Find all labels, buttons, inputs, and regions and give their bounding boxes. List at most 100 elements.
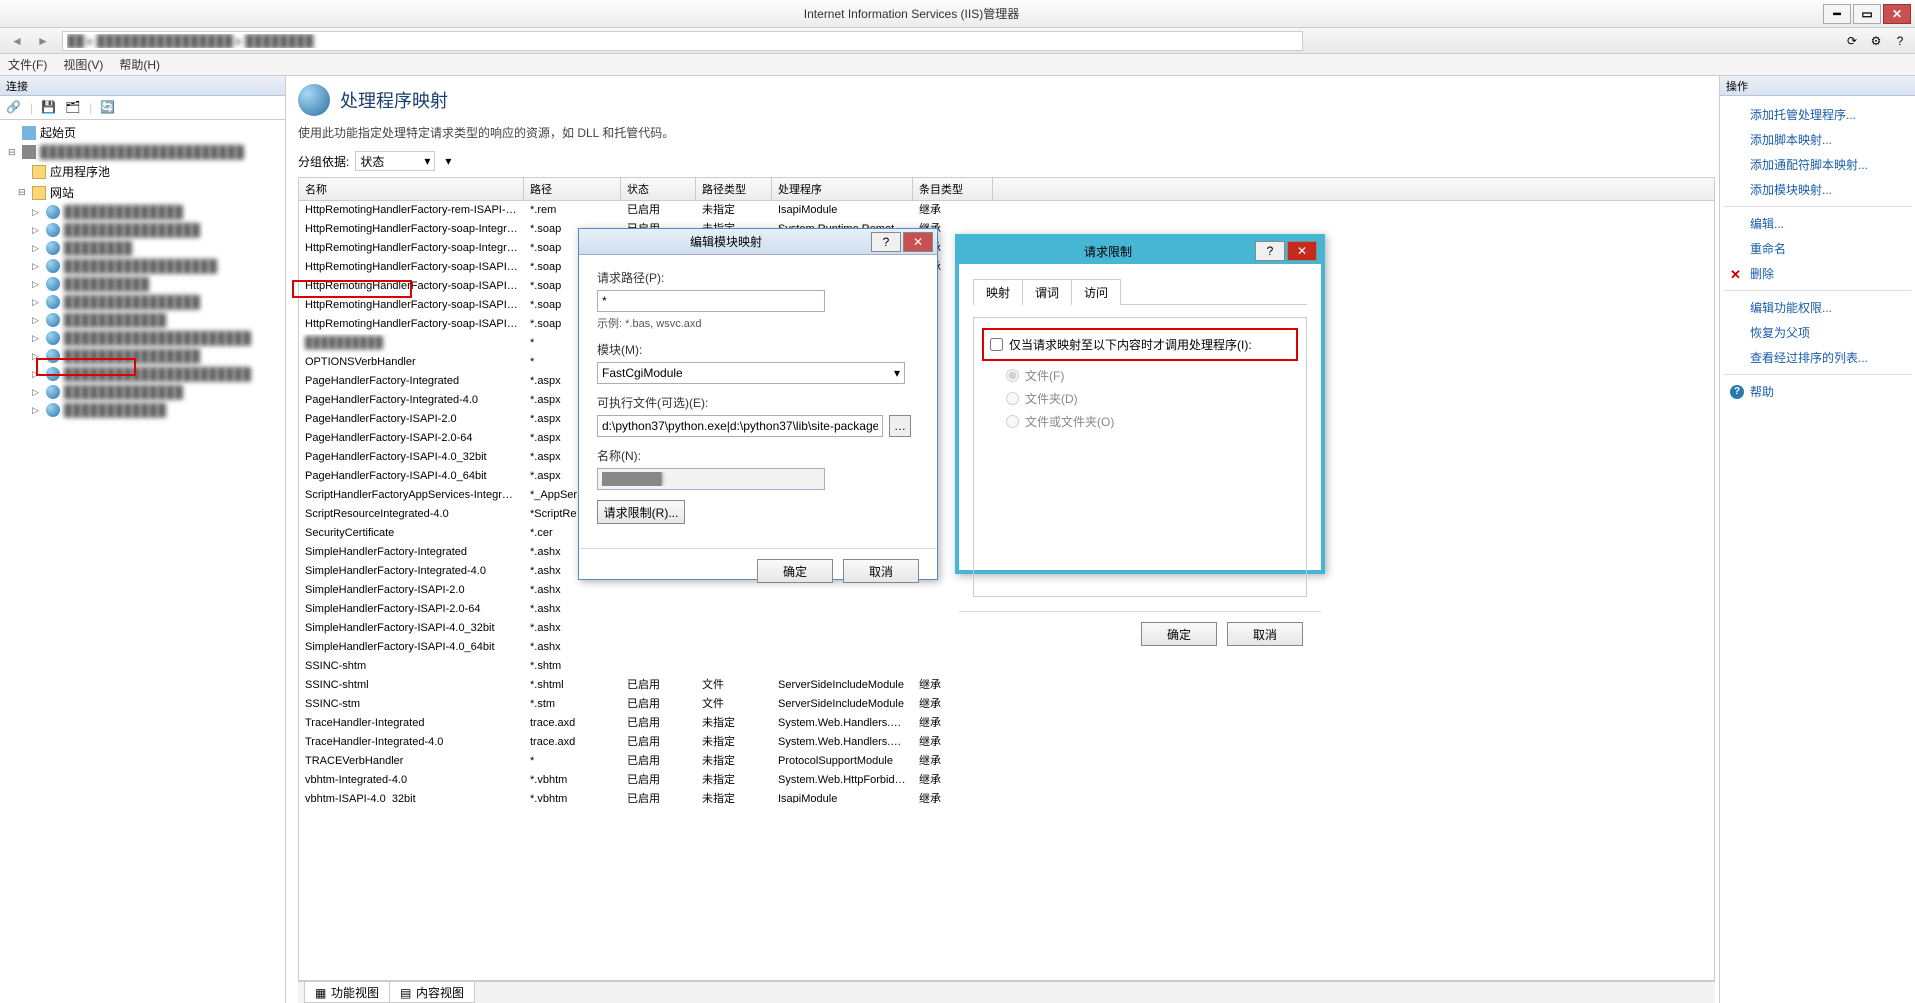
- action-add-module[interactable]: 添加模块映射...: [1750, 181, 1832, 198]
- delete-icon: ✕: [1730, 267, 1744, 281]
- close-button[interactable]: ✕: [1883, 4, 1911, 24]
- table-row[interactable]: HttpRemotingHandlerFactory-rem-ISAPI-4.0…: [299, 201, 1714, 220]
- window-titlebar: Internet Information Services (IIS)管理器 ━…: [0, 0, 1915, 28]
- minimize-button[interactable]: ━: [1823, 4, 1851, 24]
- group-select[interactable]: 状态▾: [355, 151, 435, 171]
- action-edit-perm[interactable]: 编辑功能权限...: [1750, 299, 1832, 316]
- settings-icon[interactable]: ⚙: [1867, 32, 1885, 50]
- tree-site-9[interactable]: ▷████████████████: [2, 347, 283, 365]
- action-add-script[interactable]: 添加脚本映射...: [1750, 131, 1832, 148]
- connections-tree: 起始页 ⊟████████████████████████ 应用程序池 ⊟网站 …: [0, 120, 285, 1003]
- table-row[interactable]: SSINC-shtm*.shtm: [299, 657, 1714, 676]
- menu-help[interactable]: 帮助(H): [119, 56, 160, 73]
- browse-button[interactable]: …: [889, 415, 911, 437]
- action-rename[interactable]: 重命名: [1750, 240, 1786, 257]
- forward-button[interactable]: ►: [32, 30, 54, 52]
- maximize-button[interactable]: ▭: [1853, 4, 1881, 24]
- back-button[interactable]: ◄: [6, 30, 28, 52]
- menu-file[interactable]: 文件(F): [8, 56, 47, 73]
- action-add-wildcard[interactable]: 添加通配符脚本映射...: [1750, 156, 1868, 173]
- tab-content[interactable]: ▤内容视图: [389, 982, 475, 1003]
- table-row[interactable]: vbhtm-ISAPI-4.0_32bit*.vbhtm已启用未指定IsapiM…: [299, 790, 1714, 803]
- col-name[interactable]: 名称: [299, 178, 524, 200]
- actions-panel: 操作 添加托管处理程序... 添加脚本映射... 添加通配符脚本映射... 添加…: [1719, 76, 1915, 1003]
- name-input: [597, 468, 825, 490]
- path-input[interactable]: [597, 290, 825, 312]
- dialog-help-button[interactable]: ?: [871, 232, 901, 252]
- tree-site-8[interactable]: ▷██████████████████████: [2, 329, 283, 347]
- name-label: 名称(N):: [597, 447, 919, 464]
- help-icon[interactable]: ?: [1891, 32, 1909, 50]
- request-restrict-dialog: 请求限制 ? ✕ 映射 谓词 访问 仅当请求映射至以下内容时才调用处理程序(I)…: [955, 234, 1325, 574]
- exec-input[interactable]: [597, 415, 883, 437]
- path-label: 请求路径(P):: [597, 269, 919, 286]
- action-revert[interactable]: 恢复为父项: [1750, 324, 1810, 341]
- col-etype[interactable]: 条目类型: [913, 178, 993, 200]
- tree-icon[interactable]: 🗂: [65, 100, 81, 116]
- invoke-checkbox-row: 仅当请求映射至以下内容时才调用处理程序(I):: [982, 328, 1298, 361]
- ok-button-2[interactable]: 确定: [1141, 622, 1217, 646]
- tree-site-5[interactable]: ▷██████████: [2, 275, 283, 293]
- dialog2-title: 请求限制: [963, 243, 1253, 260]
- tree-server[interactable]: ⊟████████████████████████: [2, 143, 283, 161]
- radio-folder: [1006, 392, 1019, 405]
- tab-mapping[interactable]: 映射: [973, 279, 1023, 305]
- tree-start[interactable]: 起始页: [2, 122, 283, 143]
- dialog-title: 编辑模块映射: [583, 233, 869, 250]
- tree-apppool[interactable]: 应用程序池: [2, 161, 283, 182]
- menu-bar: 文件(F) 视图(V) 帮助(H): [0, 54, 1915, 76]
- tree-site-6[interactable]: ▷████████████████: [2, 293, 283, 311]
- tree-site-10[interactable]: ▷██████████████████████: [2, 365, 283, 383]
- action-view-ordered[interactable]: 查看经过排序的列表...: [1750, 349, 1868, 366]
- col-path[interactable]: 路径: [524, 178, 621, 200]
- action-edit[interactable]: 编辑...: [1750, 215, 1784, 232]
- dialog2-close-button[interactable]: ✕: [1287, 241, 1317, 261]
- action-help[interactable]: 帮助: [1750, 383, 1774, 400]
- col-state[interactable]: 状态: [621, 178, 696, 200]
- tab-access[interactable]: 访问: [1071, 279, 1121, 305]
- invoke-checkbox[interactable]: [990, 338, 1003, 351]
- tree-site-2[interactable]: ▷████████████████: [2, 221, 283, 239]
- ok-button[interactable]: 确定: [757, 559, 833, 583]
- action-add-managed[interactable]: 添加托管处理程序...: [1750, 106, 1856, 123]
- table-row[interactable]: TRACEVerbHandler*已启用未指定ProtocolSupportMo…: [299, 752, 1714, 771]
- actions-header: 操作: [1720, 76, 1915, 96]
- restrict-button[interactable]: 请求限制(R)...: [597, 500, 685, 524]
- tree-site-1[interactable]: ▷██████████████: [2, 203, 283, 221]
- save-icon[interactable]: 💾: [41, 100, 57, 116]
- tree-site-11[interactable]: ▷██████████████: [2, 383, 283, 401]
- page-icon: [298, 84, 330, 116]
- cancel-button[interactable]: 取消: [843, 559, 919, 583]
- connections-toolbar: 🔗 | 💾 🗂 | 🔄: [0, 96, 285, 120]
- exec-label: 可执行文件(可选)(E):: [597, 394, 919, 411]
- radio-file: [1006, 369, 1019, 382]
- tab-verb[interactable]: 谓词: [1022, 279, 1072, 305]
- dialog2-help-button[interactable]: ?: [1255, 241, 1285, 261]
- tree-sites[interactable]: ⊟网站: [2, 182, 283, 203]
- tree-site-12[interactable]: ▷████████████: [2, 401, 283, 419]
- tab-features[interactable]: ▦功能视图: [304, 982, 390, 1003]
- table-row[interactable]: TraceHandler-Integrated-4.0trace.axd已启用未…: [299, 733, 1714, 752]
- module-select[interactable]: FastCgiModule▾: [597, 362, 905, 384]
- connect-icon[interactable]: 🔗: [6, 100, 22, 116]
- dialog-close-button[interactable]: ✕: [903, 232, 933, 252]
- table-row[interactable]: vbhtm-Integrated-4.0*.vbhtm已启用未指定System.…: [299, 771, 1714, 790]
- menu-view[interactable]: 视图(V): [63, 56, 103, 73]
- path-hint: 示例: *.bas, wsvc.axd: [597, 315, 919, 331]
- table-row[interactable]: SSINC-stm*.stm已启用文件ServerSideIncludeModu…: [299, 695, 1714, 714]
- connections-panel: 连接 🔗 | 💾 🗂 | 🔄 起始页 ⊟████████████████████…: [0, 76, 286, 1003]
- table-row[interactable]: SSINC-shtml*.shtml已启用文件ServerSideInclude…: [299, 676, 1714, 695]
- tree-site-7[interactable]: ▷████████████: [2, 311, 283, 329]
- refresh-tree-icon[interactable]: 🔄: [100, 100, 116, 116]
- window-title: Internet Information Services (IIS)管理器: [0, 5, 1823, 22]
- col-handler[interactable]: 处理程序: [772, 178, 913, 200]
- refresh-icon[interactable]: ⟳: [1843, 32, 1861, 50]
- col-ptype[interactable]: 路径类型: [696, 178, 772, 200]
- view-tabs: ▦功能视图 ▤内容视图: [298, 981, 1715, 1003]
- address-input[interactable]: [62, 31, 1303, 51]
- tree-site-3[interactable]: ▷████████: [2, 239, 283, 257]
- tree-site-4[interactable]: ▷██████████████████: [2, 257, 283, 275]
- table-row[interactable]: TraceHandler-Integratedtrace.axd已启用未指定Sy…: [299, 714, 1714, 733]
- cancel-button-2[interactable]: 取消: [1227, 622, 1303, 646]
- action-delete[interactable]: 删除: [1750, 265, 1774, 282]
